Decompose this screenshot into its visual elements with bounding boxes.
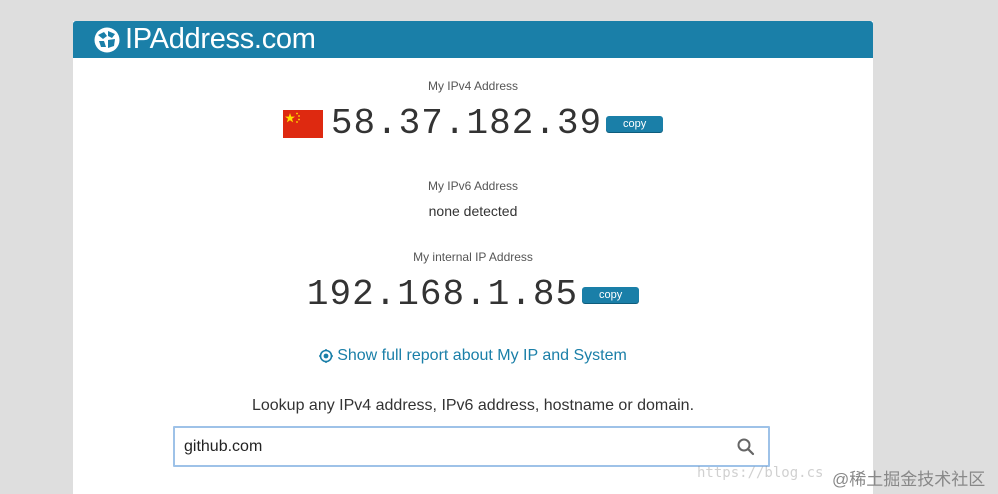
lookup-search-input[interactable] xyxy=(175,436,736,457)
ipv4-row: 58.37.182.39 copy xyxy=(73,103,873,144)
ipv4-copy-button[interactable]: copy xyxy=(606,115,664,132)
ipv4-label: My IPv4 Address xyxy=(427,79,519,93)
internal-ip-row: 192.168.1.85 copy xyxy=(73,274,873,315)
internal-ip-copy-button[interactable]: copy xyxy=(582,286,640,303)
internal-ip-address: 192.168.1.85 xyxy=(306,274,579,315)
lookup-prompt: Lookup any IPv4 address, IPv6 address, h… xyxy=(251,397,695,414)
ipv4-address: 58.37.182.39 xyxy=(330,103,603,144)
site-title[interactable]: IPAddress.com xyxy=(125,23,316,56)
globe-logo-icon[interactable] xyxy=(93,26,121,54)
watermark-community: @稀土掘金技术社区 xyxy=(832,470,986,489)
internal-ip-label: My internal IP Address xyxy=(413,250,533,264)
ipv6-label: My IPv6 Address xyxy=(427,179,519,193)
site-header: IPAddress.com xyxy=(73,21,873,58)
ipv6-value: none detected xyxy=(428,203,518,219)
lookup-search-box[interactable] xyxy=(173,426,770,467)
main-card: IPAddress.com My IPv4 Address 58.37.182.… xyxy=(73,21,873,494)
full-report-label[interactable]: Show full report about My IP and System xyxy=(337,347,627,365)
watermark-url: https://blog.cs xyxy=(697,465,824,481)
full-report-link[interactable]: Show full report about My IP and System xyxy=(73,347,873,365)
china-flag-icon xyxy=(282,109,323,138)
search-icon[interactable] xyxy=(736,437,756,457)
target-icon xyxy=(319,349,334,363)
